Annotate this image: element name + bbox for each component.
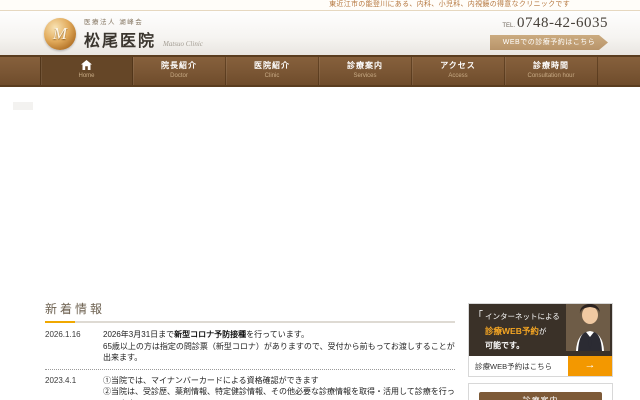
page: 東近江市の能登川にある、内科、小児科、内視鏡の得意なクリニックです M 医療法人… — [0, 0, 640, 400]
reserve-link-label: 診療WEB予約はこちら — [475, 361, 553, 371]
top-tagline-bar: 東近江市の能登川にある、内科、小児科、内視鏡の得意なクリニックです — [0, 0, 640, 11]
sidebar: 「 インターネットによる 診療WEB予約が 可能です。 診療WEB予約はこちら … — [468, 303, 613, 400]
news-line: ①当院では、マイナンバーカードによる資格確認ができます — [103, 375, 319, 385]
banner-highlight: 診療WEB予約 — [485, 326, 539, 336]
news-list: 2026.1.16 2026年3月31日まで新型コロナ予防接種を行っています。 … — [45, 329, 455, 400]
nav-item-services[interactable]: 診療案内 Services — [319, 57, 412, 85]
nav-item-hours[interactable]: 診療時間 Consultation hour — [505, 57, 598, 85]
nav-label: 診療案内 — [347, 61, 383, 70]
web-reserve-card[interactable]: 「 インターネットによる 診療WEB予約が 可能です。 診療WEB予約はこちら … — [468, 303, 613, 377]
nav-sub-label: Clinic — [264, 73, 280, 79]
nav-item-clinic[interactable]: 医院紹介 Clinic — [226, 57, 319, 85]
clinic-name-en: Matsuo Clinic — [163, 40, 203, 48]
clinic-name: 松尾医院 — [84, 33, 157, 50]
tel-number: 0748-42-6035 — [517, 15, 608, 31]
services-card: 診療案内 — [468, 383, 613, 400]
home-icon — [41, 60, 132, 71]
news-line: 65歳以上の方は指定の問診票（新型コロナ）がありますので、受付から前もってお渡し… — [103, 341, 455, 363]
nav-item-home[interactable]: Home — [40, 57, 133, 85]
news-section: 新着情報 2026.1.16 2026年3月31日まで新型コロナ予防接種を行って… — [45, 300, 455, 400]
news-entry: 2026.1.16 2026年3月31日まで新型コロナ予防接種を行っています。 … — [45, 329, 455, 364]
header-right: TEL. 0748-42-6035 WEBでの診療予約はこちら — [490, 14, 608, 50]
hero-area — [0, 87, 640, 297]
services-button[interactable]: 診療案内 — [479, 392, 602, 400]
news-text: ①当院では、マイナンバーカードによる資格確認ができます ②当院は、受診歴、薬剤情… — [103, 375, 455, 400]
nav-item-access[interactable]: アクセス Access — [412, 57, 505, 85]
nav-sub-label: Home — [78, 73, 95, 79]
quote-mark: 「 — [473, 311, 483, 322]
news-date: 2023.4.1 — [45, 375, 77, 385]
nav-sub-label: Services — [353, 73, 377, 79]
tel-line: TEL. 0748-42-6035 — [490, 14, 608, 32]
news-entry: 2023.4.1 ①当院では、マイナンバーカードによる資格確認ができます ②当院… — [45, 375, 455, 400]
brand-text: 医療法人 湖峰会 松尾医院 Matsuo Clinic — [84, 16, 203, 51]
receptionist-photo — [566, 304, 610, 356]
news-heading: 新着情報 — [45, 302, 106, 316]
news-date: 2026.1.16 — [45, 330, 81, 339]
news-text: 2026年3月31日まで新型コロナ予防接種を行っています。 65歳以上の方は指定… — [103, 329, 455, 364]
nav-label: 医院紹介 — [254, 61, 290, 70]
divider — [45, 368, 455, 370]
header: M 医療法人 湖峰会 松尾医院 Matsuo Clinic TEL. 0748-4… — [0, 11, 640, 55]
news-line: 2026年3月31日まで新型コロナ予防接種を行っています。 — [103, 330, 309, 339]
web-reserve-button[interactable]: WEBでの診療予約はこちら — [490, 35, 608, 50]
main-nav: Home 院長紹介 Doctor 医院紹介 Clinic 診療案内 Servic… — [0, 55, 640, 87]
brand[interactable]: M 医療法人 湖峰会 松尾医院 Matsuo Clinic — [44, 16, 203, 51]
reserve-link-row[interactable]: 診療WEB予約はこちら → — [469, 356, 612, 376]
tel-label: TEL. — [502, 23, 515, 29]
news-heading-underline — [45, 321, 455, 323]
news-line: ②当院は、受診歴、薬剤情報、特定健診情報、その他必要な診療情報を取得・活用して診… — [103, 387, 455, 400]
broken-image-placeholder — [13, 102, 33, 110]
nav-label: 院長紹介 — [161, 61, 197, 70]
nav-label: 診療時間 — [533, 61, 569, 70]
web-reserve-banner: 「 インターネットによる 診療WEB予約が 可能です。 — [469, 304, 612, 356]
corporation-name: 医療法人 湖峰会 — [84, 19, 144, 26]
nav-sub-label: Access — [448, 73, 468, 79]
logo-letter: M — [52, 23, 68, 43]
nav-label: アクセス — [440, 61, 476, 70]
clinic-logo-icon: M — [44, 17, 76, 50]
nav-sub-label: Doctor — [170, 73, 188, 79]
nav-sub-label: Consultation hour — [527, 73, 575, 79]
nav-item-doctor[interactable]: 院長紹介 Doctor — [133, 57, 226, 85]
arrow-right-icon[interactable]: → — [568, 356, 612, 376]
tagline-text: 東近江市の能登川にある、内科、小児科、内視鏡の得意なクリニックです — [329, 1, 570, 8]
